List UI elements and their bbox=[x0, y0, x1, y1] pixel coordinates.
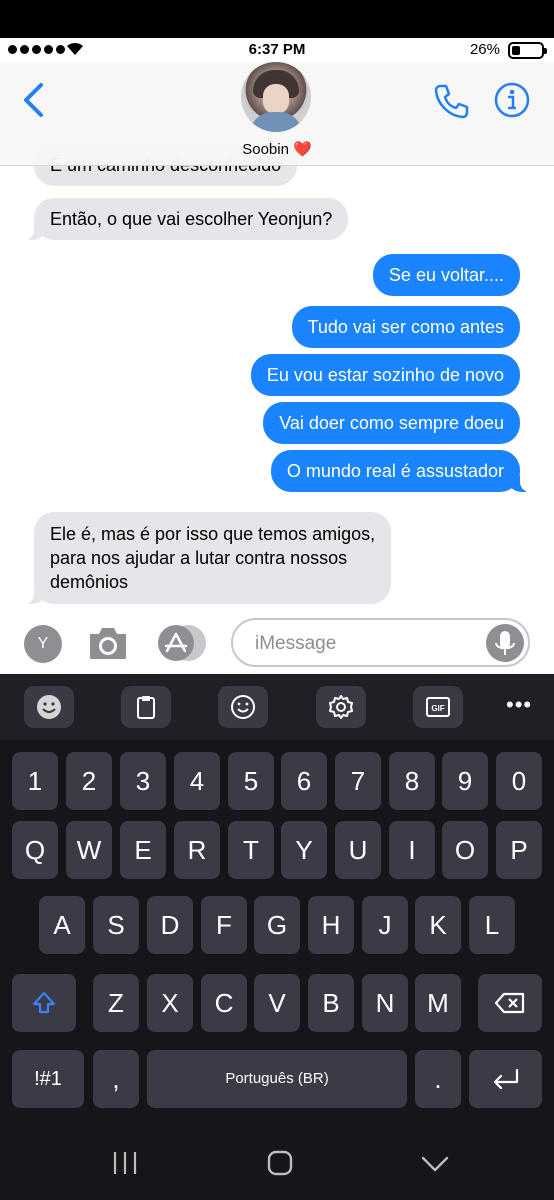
back-nav-icon[interactable] bbox=[420, 1154, 450, 1174]
camera-icon[interactable] bbox=[86, 624, 130, 662]
message-bubble: Vai doer como sempre doeu bbox=[263, 402, 520, 444]
message-bubble: Se eu voltar.... bbox=[372, 254, 520, 296]
android-nav-bar bbox=[0, 1122, 554, 1200]
microphone-icon[interactable] bbox=[486, 624, 524, 662]
key-p[interactable]: P bbox=[496, 821, 542, 879]
settings-icon[interactable] bbox=[316, 686, 366, 728]
key-6[interactable]: 6 bbox=[281, 752, 327, 810]
key-7[interactable]: 7 bbox=[335, 752, 381, 810]
key-h[interactable]: H bbox=[308, 896, 354, 954]
key-2[interactable]: 2 bbox=[66, 752, 112, 810]
app-store-icon[interactable] bbox=[156, 623, 208, 663]
smiley-icon[interactable] bbox=[218, 686, 268, 728]
key-s[interactable]: S bbox=[93, 896, 139, 954]
conversation-header: Soobin ❤️ bbox=[0, 62, 554, 166]
key-g[interactable]: G bbox=[254, 896, 300, 954]
key-5[interactable]: 5 bbox=[228, 752, 274, 810]
svg-text:GIF: GIF bbox=[431, 704, 444, 713]
gif-icon[interactable]: GIF bbox=[413, 686, 463, 728]
info-icon[interactable] bbox=[494, 82, 530, 118]
recent-apps-icon[interactable] bbox=[111, 1150, 139, 1176]
message-bubble: Eu vou estar sozinho de novo bbox=[250, 354, 520, 396]
app-drawer-button[interactable]: Y bbox=[24, 625, 62, 663]
space-bar[interactable]: Português (BR) bbox=[147, 1050, 407, 1108]
key-o[interactable]: O bbox=[442, 821, 488, 879]
key-i[interactable]: I bbox=[389, 821, 435, 879]
imessage-placeholder: iMessage bbox=[255, 633, 337, 654]
key-q[interactable]: Q bbox=[12, 821, 58, 879]
backspace-key[interactable] bbox=[478, 974, 542, 1032]
message-thread: É um caminho desconhecido Então, o que v… bbox=[0, 144, 554, 604]
toolbar-more-icon[interactable]: ••• bbox=[506, 692, 532, 718]
imessage-input[interactable]: iMessage bbox=[231, 618, 530, 667]
enter-key[interactable] bbox=[469, 1050, 542, 1108]
key-r[interactable]: R bbox=[174, 821, 220, 879]
message-bubble: Tudo vai ser como antes bbox=[291, 306, 520, 348]
keyboard: GIF ••• 1 2 3 4 5 6 7 8 9 0 Q W E R T Y … bbox=[0, 674, 554, 1200]
backspace-icon bbox=[494, 992, 525, 1014]
key-l[interactable]: L bbox=[469, 896, 515, 954]
avatar[interactable] bbox=[241, 62, 311, 132]
key-x[interactable]: X bbox=[147, 974, 193, 1032]
enter-icon bbox=[493, 1068, 518, 1090]
battery-icon bbox=[508, 42, 547, 59]
back-chevron-icon[interactable] bbox=[22, 82, 44, 118]
key-0[interactable]: 0 bbox=[496, 752, 542, 810]
key-a[interactable]: A bbox=[39, 896, 85, 954]
status-bar: 6:37 PM 26% bbox=[0, 38, 554, 62]
message-bubble: O mundo real é assustador bbox=[270, 450, 533, 492]
key-n[interactable]: N bbox=[362, 974, 408, 1032]
key-u[interactable]: U bbox=[335, 821, 381, 879]
message-input-bar: Y iMessage bbox=[0, 608, 554, 674]
key-j[interactable]: J bbox=[362, 896, 408, 954]
key-4[interactable]: 4 bbox=[174, 752, 220, 810]
comma-key[interactable]: , bbox=[93, 1050, 139, 1108]
key-t[interactable]: T bbox=[228, 821, 274, 879]
key-9[interactable]: 9 bbox=[442, 752, 488, 810]
imessage-screen: 6:37 PM 26% Soobin ❤️ É um caminho desco… bbox=[0, 38, 554, 674]
key-w[interactable]: W bbox=[66, 821, 112, 879]
key-f[interactable]: F bbox=[201, 896, 247, 954]
home-icon[interactable] bbox=[266, 1149, 294, 1177]
message-bubble: Então, o que vai escolher Yeonjun? bbox=[21, 198, 349, 240]
phone-icon[interactable] bbox=[432, 82, 470, 120]
key-k[interactable]: K bbox=[415, 896, 461, 954]
key-d[interactable]: D bbox=[147, 896, 193, 954]
shift-key[interactable] bbox=[12, 974, 76, 1032]
key-v[interactable]: V bbox=[254, 974, 300, 1032]
keyboard-toolbar: GIF ••• bbox=[0, 674, 554, 740]
key-3[interactable]: 3 bbox=[120, 752, 166, 810]
battery-percent: 26% bbox=[469, 41, 500, 58]
period-key[interactable]: . bbox=[415, 1050, 461, 1108]
message-bubble: Ele é, mas é por isso que temos amigos, … bbox=[21, 512, 392, 604]
contact-name[interactable]: Soobin ❤️ bbox=[0, 140, 554, 158]
key-z[interactable]: Z bbox=[93, 974, 139, 1032]
top-black-bar bbox=[0, 0, 554, 38]
shift-icon bbox=[32, 991, 56, 1014]
emoji-icon[interactable] bbox=[24, 686, 74, 728]
key-e[interactable]: E bbox=[120, 821, 166, 879]
clipboard-icon[interactable] bbox=[121, 686, 171, 728]
symbols-key[interactable]: !#1 bbox=[12, 1050, 84, 1108]
key-y[interactable]: Y bbox=[281, 821, 327, 879]
key-1[interactable]: 1 bbox=[12, 752, 58, 810]
key-m[interactable]: M bbox=[415, 974, 461, 1032]
key-8[interactable]: 8 bbox=[389, 752, 435, 810]
key-b[interactable]: B bbox=[308, 974, 354, 1032]
key-c[interactable]: C bbox=[201, 974, 247, 1032]
